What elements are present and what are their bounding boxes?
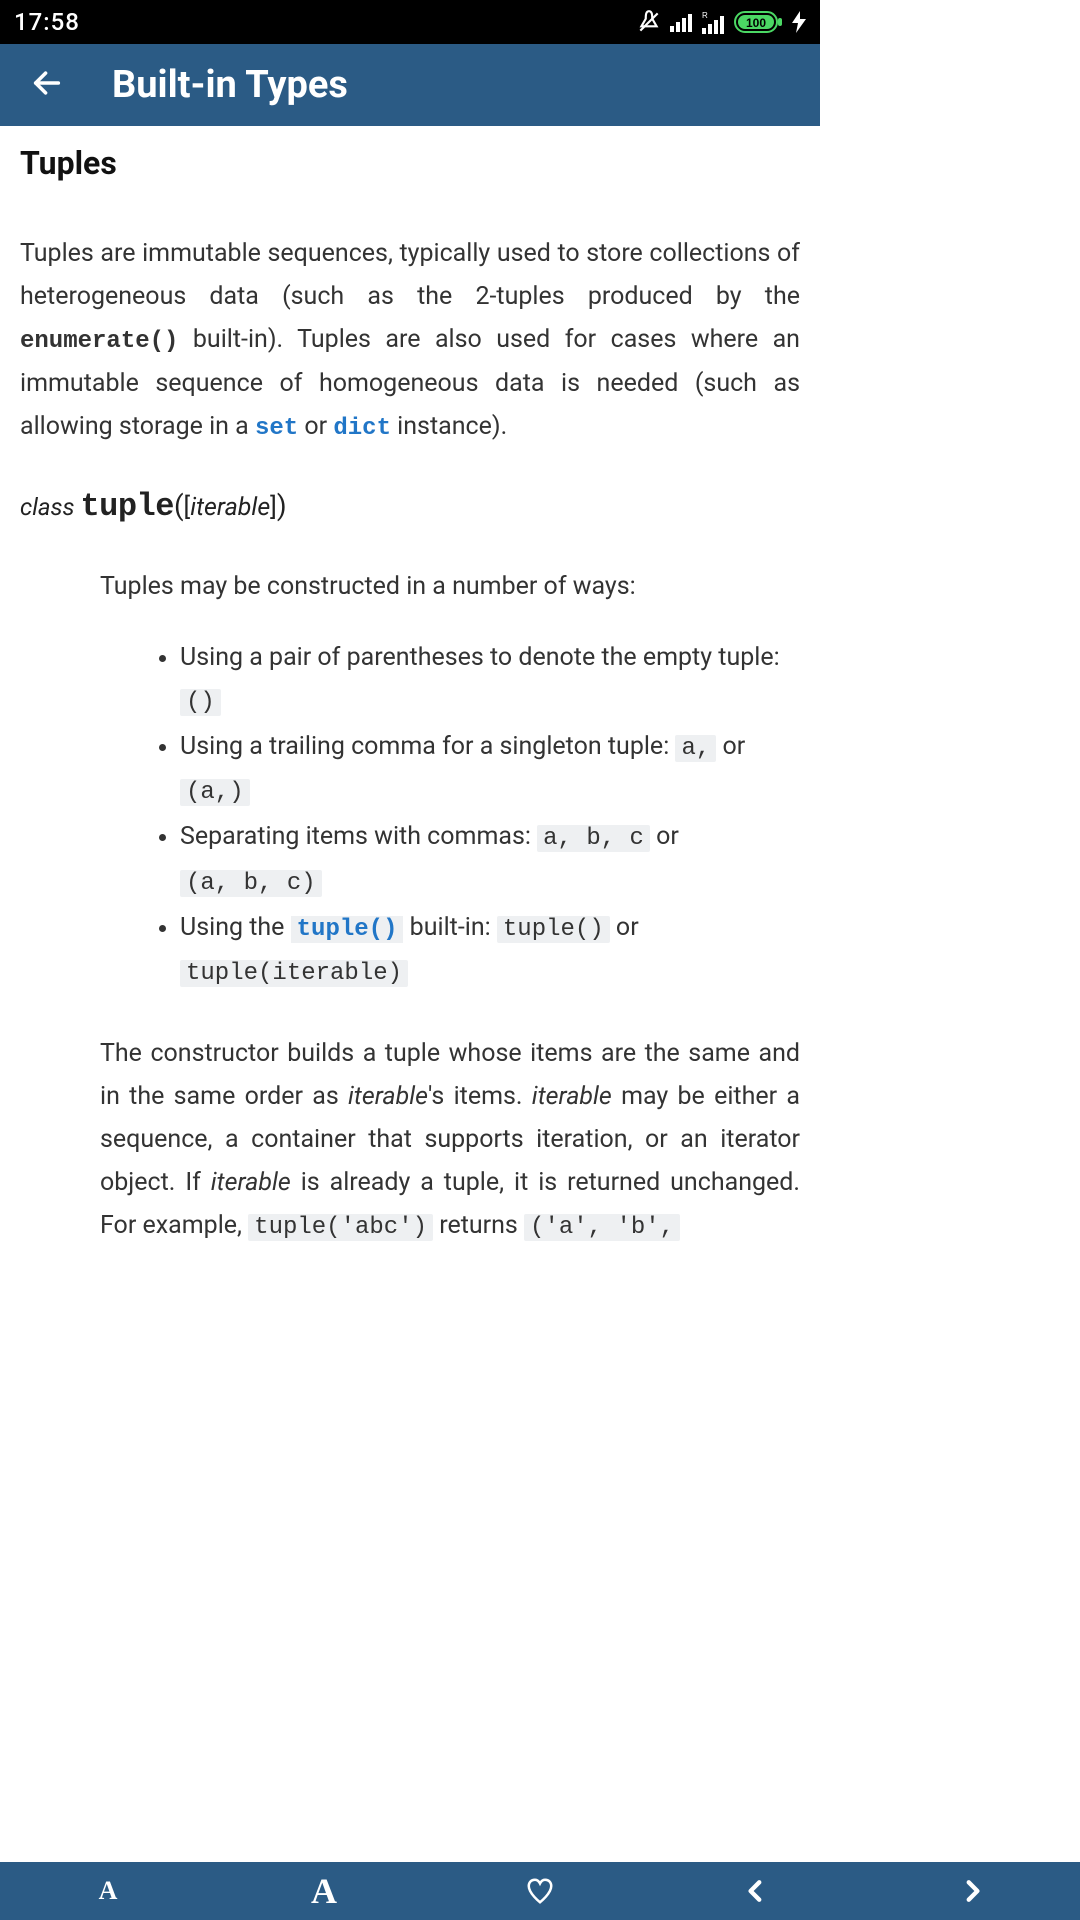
status-icons: R 100 [636, 9, 806, 35]
tuple-link[interactable]: tuple() [291, 916, 404, 943]
iterable-italic: iterable [348, 1082, 428, 1111]
signal-r-icon: R [702, 10, 726, 34]
paren-close: ) [277, 489, 287, 522]
code-singleton1: a, [675, 735, 716, 762]
charging-icon [792, 11, 806, 33]
text: Using the [180, 913, 291, 942]
construction-list: Using a pair of parentheses to denote th… [132, 636, 800, 995]
paren-open: ( [174, 489, 184, 522]
ways-intro: Tuples may be constructed in a number of… [100, 565, 800, 608]
heart-icon [525, 1876, 555, 1906]
font-large-button[interactable]: A [294, 1862, 354, 1920]
iterable-italic: iterable [211, 1168, 291, 1197]
text: or [610, 913, 639, 942]
chevron-left-icon [743, 1878, 769, 1904]
svg-text:R: R [702, 11, 708, 20]
signal-icon [670, 12, 694, 32]
param-iterable: iterable [190, 493, 270, 522]
list-item: Using a pair of parentheses to denote th… [180, 636, 800, 723]
next-button[interactable] [942, 1862, 1002, 1920]
text: returns [433, 1211, 524, 1240]
constructor-paragraph: The constructor builds a tuple whose ite… [100, 1032, 800, 1248]
code-result: ('a', 'b', [524, 1214, 680, 1241]
text: built-in: [403, 913, 496, 942]
class-body: Tuples may be constructed in a number of… [100, 565, 800, 1249]
chevron-right-icon [959, 1878, 985, 1904]
favorite-button[interactable] [510, 1862, 570, 1920]
list-item: Separating items with commas: a, b, c or… [180, 815, 800, 904]
page-title: Built-in Types [112, 63, 348, 107]
bottom-toolbar: A A [0, 1862, 1080, 1920]
status-bar: 17:58 R 100 [0, 0, 820, 44]
text: or [716, 732, 745, 761]
back-button[interactable] [30, 66, 64, 104]
text: instance). [391, 412, 507, 441]
status-time: 17:58 [14, 8, 80, 36]
dict-link[interactable]: dict [333, 415, 391, 442]
font-small-button[interactable]: A [78, 1862, 138, 1920]
text: Separating items with commas: [180, 822, 537, 851]
code-tuple-iterable: tuple(iterable) [180, 960, 408, 987]
text: or [298, 412, 333, 441]
enumerate-ref: enumerate() [20, 328, 178, 355]
list-item: Using the tuple() built-in: tuple() or t… [180, 906, 800, 995]
svg-text:100: 100 [746, 16, 766, 30]
text: 's items. [428, 1082, 532, 1111]
set-link[interactable]: set [255, 415, 298, 442]
text: Using a pair of parentheses to denote th… [180, 643, 780, 672]
section-heading: Tuples [20, 144, 800, 182]
code-tuple-empty: tuple() [497, 916, 610, 943]
battery-icon: 100 [734, 11, 784, 33]
code-tuple-abc: tuple('abc') [248, 1214, 433, 1241]
code-commas1: a, b, c [537, 825, 650, 852]
text: Using a trailing comma for a singleton t… [180, 732, 669, 761]
code-singleton2: (a,) [180, 779, 250, 806]
intro-paragraph: Tuples are immutable sequences, typicall… [20, 232, 800, 450]
prev-button[interactable] [726, 1862, 786, 1920]
iterable-italic: iterable [532, 1082, 612, 1111]
code-commas2: (a, b, c) [180, 870, 322, 897]
text: or [650, 822, 679, 851]
content-area: Tuples Tuples are immutable sequences, t… [0, 126, 820, 1402]
list-item: Using a trailing comma for a singleton t… [180, 725, 800, 814]
class-name: tuple [80, 488, 174, 525]
mute-icon [636, 9, 662, 35]
keyword-class: class [20, 493, 80, 521]
app-bar: Built-in Types [0, 44, 820, 126]
bracket: ] [270, 493, 277, 522]
class-signature: class tuple([iterable]) [20, 488, 800, 525]
text: Tuples are immutable sequences, typicall… [20, 239, 800, 311]
arrow-left-icon [30, 66, 64, 100]
code-empty-tuple: () [180, 689, 221, 716]
